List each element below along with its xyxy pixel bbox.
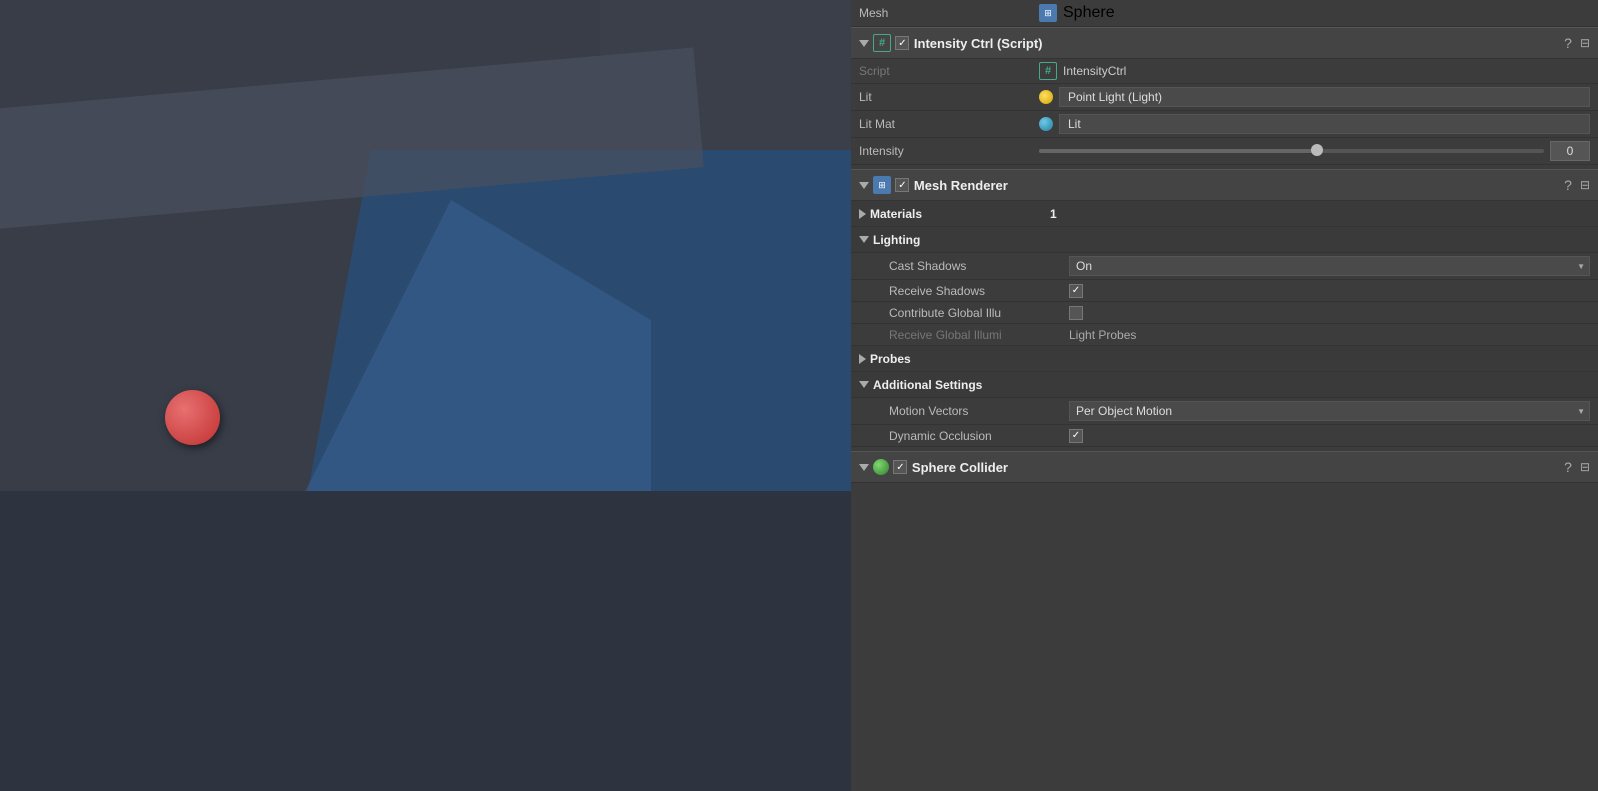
red-sphere-object [165, 390, 220, 445]
mesh-icon: ⊞ [1039, 4, 1057, 22]
mesh-renderer-icon: ⊞ [873, 176, 891, 194]
additional-settings-section-row[interactable]: Additional Settings [851, 372, 1598, 398]
contribute-gi-label: Contribute Global Illu [889, 306, 1069, 320]
mesh-renderer-settings-icon[interactable]: ⊟ [1580, 178, 1590, 192]
materials-section-row[interactable]: Materials 1 [851, 201, 1598, 227]
lit-value-col: Point Light (Light) [1039, 87, 1590, 107]
cast-shadows-label: Cast Shadows [889, 259, 1069, 273]
additional-settings-label: Additional Settings [873, 378, 982, 392]
mesh-renderer-title: Mesh Renderer [914, 178, 1564, 193]
sphere-collider-actions: ? ⊟ [1564, 459, 1590, 475]
intensity-ctrl-actions: ? ⊟ [1564, 35, 1590, 51]
sphere-collider-help-icon[interactable]: ? [1564, 459, 1572, 475]
motion-vectors-value: Per Object Motion [1076, 404, 1172, 418]
script-value-col: # IntensityCtrl [1039, 62, 1590, 80]
lit-mat-label: Lit Mat [859, 117, 1039, 131]
sphere-collider-collapse-arrow[interactable] [859, 464, 869, 471]
sphere-collider-header: Sphere Collider ? ⊟ [851, 451, 1598, 483]
sphere-collider-settings-icon[interactable]: ⊟ [1580, 460, 1590, 474]
mesh-value-col: ⊞ Sphere [1039, 4, 1590, 22]
lit-mat-value: Lit [1068, 117, 1081, 131]
mesh-renderer-enabled-checkbox[interactable] [895, 178, 909, 192]
script-icon: # [1039, 62, 1057, 80]
mesh-renderer-header: ⊞ Mesh Renderer ? ⊟ [851, 169, 1598, 201]
intensity-value-field[interactable]: 0 [1550, 141, 1590, 161]
receive-gi-value: Light Probes [1069, 328, 1136, 342]
receive-shadows-value-col [1069, 284, 1590, 298]
cast-shadows-value: On [1076, 259, 1092, 273]
probes-expand-arrow[interactable] [859, 354, 866, 364]
intensity-slider-fill [1039, 149, 1317, 153]
motion-vectors-row: Motion Vectors Per Object Motion [851, 398, 1598, 425]
motion-vectors-label: Motion Vectors [889, 404, 1069, 418]
receive-shadows-checkbox[interactable] [1069, 284, 1083, 298]
lighting-section-row[interactable]: Lighting [851, 227, 1598, 253]
sphere-mat-icon [1039, 117, 1053, 131]
materials-value-col: 1 [1050, 207, 1590, 221]
lit-label: Lit [859, 90, 1039, 104]
mesh-renderer-actions: ? ⊟ [1564, 177, 1590, 193]
receive-shadows-label: Receive Shadows [889, 284, 1069, 298]
intensity-slider-track[interactable] [1039, 149, 1544, 153]
materials-count: 1 [1050, 207, 1057, 221]
inspector-panel: Mesh ⊞ Sphere # Intensity Ctrl (Script) … [851, 0, 1598, 791]
script-value: IntensityCtrl [1063, 64, 1126, 78]
lighting-label: Lighting [873, 233, 920, 247]
sphere-collider-icon [873, 459, 889, 475]
sphere-collider-title: Sphere Collider [912, 460, 1564, 475]
intensity-ctrl-icon: # [873, 34, 891, 52]
cast-shadows-row: Cast Shadows On [851, 253, 1598, 280]
script-row: Script # IntensityCtrl [851, 59, 1598, 84]
receive-gi-value-col: Light Probes [1069, 328, 1590, 342]
intensity-value-col: 0 [1039, 141, 1590, 161]
motion-vectors-dropdown[interactable]: Per Object Motion [1069, 401, 1590, 421]
script-label: Script [859, 64, 1039, 78]
cast-shadows-value-col: On [1069, 256, 1590, 276]
contribute-gi-value-col [1069, 306, 1590, 320]
mesh-property-row: Mesh ⊞ Sphere [851, 0, 1598, 27]
intensity-ctrl-collapse-arrow[interactable] [859, 40, 869, 47]
lit-mat-row: Lit Mat Lit [851, 111, 1598, 138]
lit-row: Lit Point Light (Light) [851, 84, 1598, 111]
dynamic-occlusion-checkbox[interactable] [1069, 429, 1083, 443]
mesh-label: Mesh [859, 6, 1039, 20]
dynamic-occlusion-label: Dynamic Occlusion [889, 429, 1069, 443]
lit-mat-object-ref[interactable]: Lit [1059, 114, 1590, 134]
contribute-gi-row: Contribute Global Illu [851, 302, 1598, 324]
intensity-ctrl-settings-icon[interactable]: ⊟ [1580, 36, 1590, 50]
materials-expand-arrow[interactable] [859, 209, 866, 219]
materials-label: Materials [870, 207, 1050, 221]
light-icon [1039, 90, 1053, 104]
receive-shadows-row: Receive Shadows [851, 280, 1598, 302]
lighting-expand-arrow[interactable] [859, 236, 869, 243]
motion-vectors-value-col: Per Object Motion [1069, 401, 1590, 421]
intensity-ctrl-title: Intensity Ctrl (Script) [914, 36, 1564, 51]
receive-gi-label: Receive Global Illumi [889, 328, 1069, 342]
probes-label: Probes [870, 352, 911, 366]
viewport [0, 0, 851, 791]
mesh-value: Sphere [1063, 4, 1115, 22]
intensity-ctrl-enabled-checkbox[interactable] [895, 36, 909, 50]
lit-mat-value-col: Lit [1039, 114, 1590, 134]
intensity-ctrl-header: # Intensity Ctrl (Script) ? ⊟ [851, 27, 1598, 59]
intensity-row: Intensity 0 [851, 138, 1598, 165]
contribute-gi-checkbox[interactable] [1069, 306, 1083, 320]
sphere-collider-enabled-checkbox[interactable] [893, 460, 907, 474]
dynamic-occlusion-row: Dynamic Occlusion [851, 425, 1598, 447]
mesh-renderer-help-icon[interactable]: ? [1564, 177, 1572, 193]
intensity-slider-container[interactable]: 0 [1039, 141, 1590, 161]
dynamic-occlusion-value-col [1069, 429, 1590, 443]
lit-value: Point Light (Light) [1068, 90, 1162, 104]
intensity-label: Intensity [859, 144, 1039, 158]
lit-object-ref[interactable]: Point Light (Light) [1059, 87, 1590, 107]
cast-shadows-dropdown[interactable]: On [1069, 256, 1590, 276]
mesh-renderer-collapse-arrow[interactable] [859, 182, 869, 189]
additional-settings-expand-arrow[interactable] [859, 381, 869, 388]
probes-section-row[interactable]: Probes [851, 346, 1598, 372]
intensity-ctrl-help-icon[interactable]: ? [1564, 35, 1572, 51]
intensity-slider-thumb[interactable] [1311, 144, 1323, 156]
receive-gi-row: Receive Global Illumi Light Probes [851, 324, 1598, 346]
